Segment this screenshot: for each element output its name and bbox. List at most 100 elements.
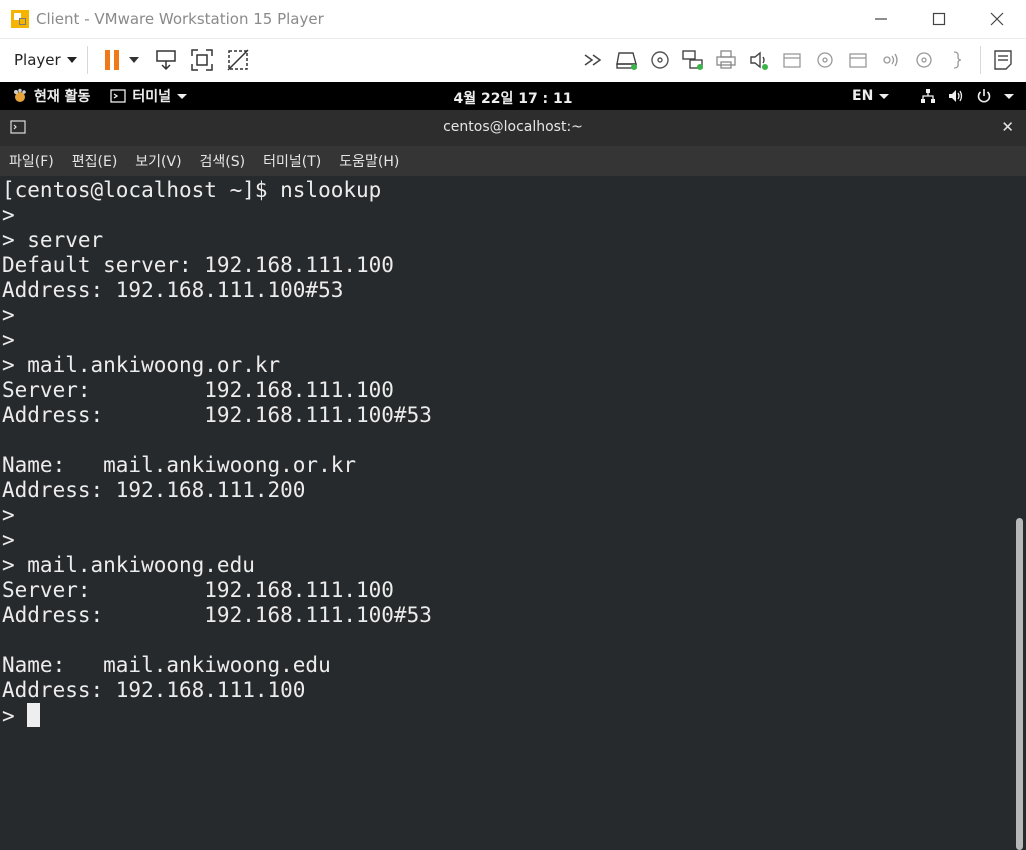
- unity-icon: [227, 49, 249, 71]
- double-chevron-right-icon: [584, 54, 602, 66]
- network-device[interactable]: [680, 45, 706, 75]
- chevron-down-icon: [1004, 93, 1014, 99]
- app-menu[interactable]: 터미널: [110, 86, 188, 106]
- usb-device-4[interactable]: [878, 45, 904, 75]
- menu-help[interactable]: 도움말(H): [339, 151, 399, 171]
- window-titlebar: Client - VMware Workstation 15 Player: [0, 0, 1026, 39]
- terminal-line: Server: 192.168.111.100: [2, 578, 394, 602]
- minimize-icon: [875, 18, 887, 20]
- terminal-line: Name: mail.ankiwoong.or.kr: [2, 453, 357, 477]
- terminal-scrollbar-thumb[interactable]: [1016, 518, 1023, 850]
- fullscreen-icon: [190, 49, 213, 71]
- pause-icon: [104, 50, 139, 70]
- terminal-prompt: >: [2, 704, 28, 728]
- input-language-menu[interactable]: EN: [852, 82, 890, 110]
- cd-dvd-device[interactable]: [647, 45, 673, 75]
- app-menu-label: 터미널: [132, 89, 172, 105]
- terminal-line: [centos@localhost ~]$ nslookup: [2, 178, 382, 202]
- toolbar-divider: [979, 46, 981, 74]
- printer-icon: [716, 50, 736, 69]
- disc-icon: [916, 52, 932, 68]
- gnome-top-bar: 현재 활동 터미널 4월 22일 17 : 11 EN: [0, 82, 1026, 110]
- menu-edit[interactable]: 편집(E): [72, 151, 118, 171]
- network-adapter-icon: [682, 50, 703, 70]
- terminal-line: > mail.ankiwoong.edu: [2, 553, 255, 577]
- message-log-icon: [994, 50, 1012, 70]
- sound-device[interactable]: [746, 45, 772, 75]
- activities-button[interactable]: 현재 활동: [12, 86, 90, 106]
- terminal-line: Name: mail.ankiwoong.edu: [2, 653, 331, 677]
- usb-box-icon: [849, 53, 867, 68]
- maximize-button[interactable]: [910, 0, 968, 38]
- terminal-menubar: 파일(F) 편집(E) 보기(V) 검색(S) 터미널(T) 도움말(H): [0, 146, 1026, 176]
- input-language-label: EN: [852, 88, 874, 104]
- wireless-icon: [883, 53, 898, 67]
- toolbar-divider: [86, 46, 88, 74]
- player-menu-label: Player: [14, 51, 61, 69]
- usb-device-6[interactable]: [944, 45, 970, 75]
- chevron-down-icon: [879, 93, 890, 99]
- usb-device-1[interactable]: [779, 45, 805, 75]
- send-ctrl-alt-del-button[interactable]: [151, 45, 181, 75]
- fullscreen-button[interactable]: [187, 45, 217, 75]
- terminal-line: Address: 192.168.111.100: [2, 678, 306, 702]
- terminal-app-icon: [110, 89, 127, 103]
- usb-device-5[interactable]: [911, 45, 937, 75]
- speaker-icon: [750, 51, 768, 70]
- chevron-down-icon: [177, 93, 188, 99]
- send-ctrl-alt-del-icon: [155, 50, 176, 71]
- activities-label: 현재 활동: [34, 89, 91, 105]
- terminal-line: >: [2, 203, 15, 227]
- menu-terminal[interactable]: 터미널(T): [263, 151, 321, 171]
- usb-device-2[interactable]: [812, 45, 838, 75]
- terminal-title: centos@localhost:~: [443, 119, 583, 135]
- terminal-line: Address: 192.168.111.200: [2, 478, 306, 502]
- usb-box-icon: [783, 53, 801, 68]
- terminal-line: Address: 192.168.111.100#53: [2, 403, 432, 427]
- menu-file[interactable]: 파일(F): [9, 151, 54, 171]
- terminal-line: > server: [2, 228, 104, 252]
- vmware-toolbar: Player: [0, 39, 1026, 81]
- guest-screen[interactable]: 현재 활동 터미널 4월 22일 17 : 11 EN centos@local…: [0, 82, 1026, 850]
- power-icon: [977, 89, 991, 103]
- terminal-line: >: [2, 503, 15, 527]
- minimize-button[interactable]: [852, 0, 910, 38]
- pause-button[interactable]: [101, 45, 145, 75]
- terminal-cursor: [27, 703, 41, 727]
- terminal-line: >: [2, 328, 15, 352]
- terminal-line: > mail.ankiwoong.or.kr: [2, 353, 281, 377]
- close-icon: [990, 12, 1004, 26]
- network-icon: [921, 89, 935, 103]
- close-icon: ✕: [1001, 118, 1014, 136]
- hard-disk-device[interactable]: [614, 45, 640, 75]
- close-button[interactable]: [968, 0, 1026, 38]
- printer-device[interactable]: [713, 45, 739, 75]
- terminal-line: >: [2, 528, 15, 552]
- terminal-line: >: [2, 303, 15, 327]
- menu-search[interactable]: 검색(S): [200, 151, 246, 171]
- message-log-button[interactable]: [990, 45, 1016, 75]
- chevron-down-icon: [66, 57, 77, 63]
- more-devices-button[interactable]: [581, 45, 607, 75]
- hard-disk-icon: [616, 52, 637, 70]
- window-title: Client - VMware Workstation 15 Player: [36, 10, 324, 28]
- system-menu[interactable]: [914, 82, 1014, 110]
- menu-view[interactable]: 보기(V): [135, 151, 181, 171]
- terminal-header: centos@localhost:~ ✕: [0, 110, 1026, 146]
- cd-icon: [651, 51, 669, 69]
- terminal-line: Server: 192.168.111.100: [2, 378, 394, 402]
- terminal-output[interactable]: [centos@localhost ~]$ nslookup > > serve…: [0, 176, 1014, 850]
- unity-button[interactable]: [223, 45, 253, 75]
- usb-device-3[interactable]: [845, 45, 871, 75]
- disc-icon: [817, 52, 833, 68]
- volume-icon: [949, 90, 963, 102]
- brace-icon: [953, 51, 962, 69]
- maximize-icon: [932, 12, 946, 26]
- vmware-icon: [11, 10, 29, 28]
- terminal-line: Address: 192.168.111.100#53: [2, 278, 344, 302]
- terminal-line: Default server: 192.168.111.100: [2, 253, 394, 277]
- gnome-foot-icon: [14, 88, 26, 102]
- player-menu[interactable]: Player: [14, 51, 77, 69]
- terminal-close-button[interactable]: ✕: [1001, 118, 1014, 136]
- terminal-line: Address: 192.168.111.100#53: [2, 603, 432, 627]
